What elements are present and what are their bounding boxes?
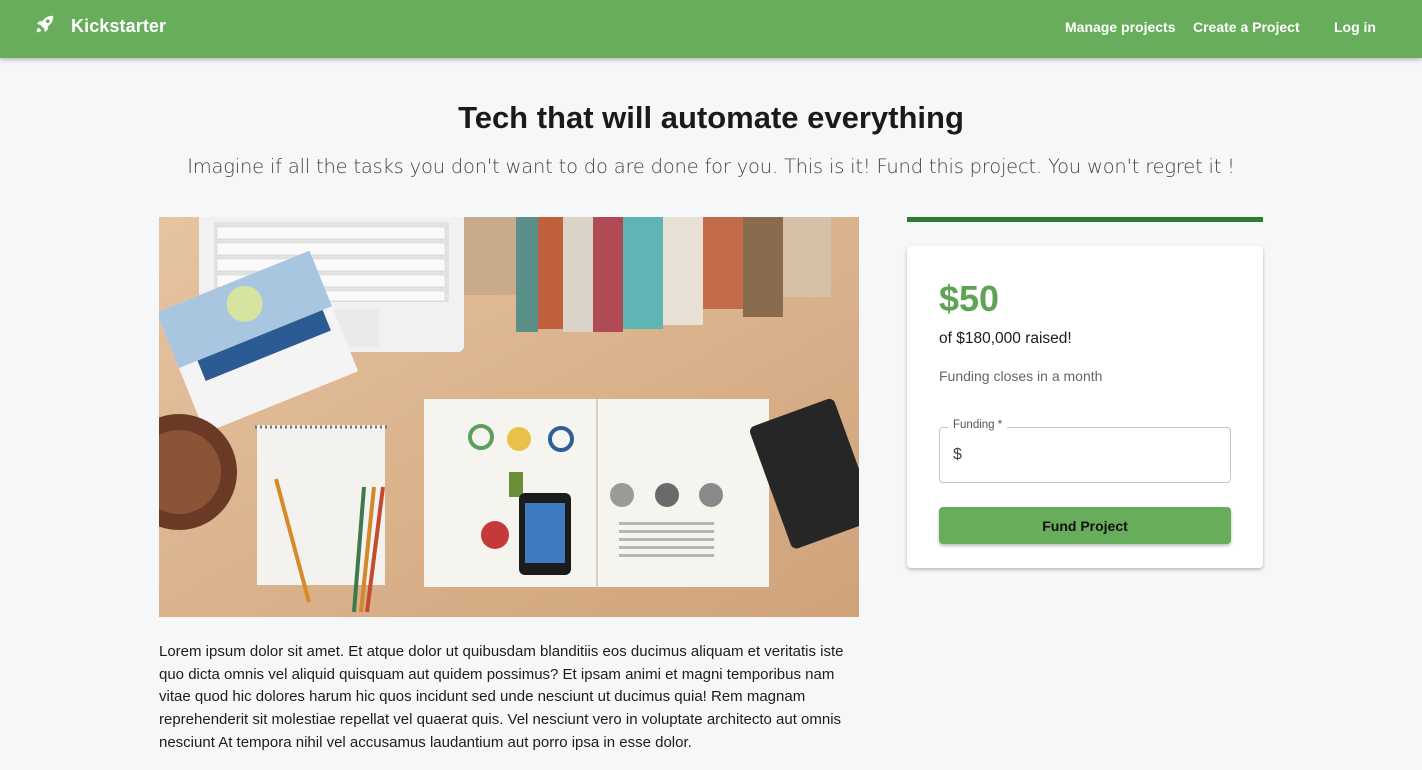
project-subtitle: Imagine if all the tasks you don't want … bbox=[187, 155, 1235, 178]
rocket-icon bbox=[34, 13, 56, 40]
funding-field-label: Funding * bbox=[948, 419, 1008, 431]
nav-manage-projects[interactable]: Manage projects bbox=[1065, 19, 1175, 35]
funding-card: $50 of $180,000 raised! Funding closes i… bbox=[907, 246, 1263, 568]
funding-goal-text: of $180,000 raised! bbox=[939, 330, 1072, 347]
currency-prefix: $ bbox=[953, 446, 962, 463]
fund-project-button[interactable]: Fund Project bbox=[939, 507, 1231, 544]
funding-closes-text: Funding closes in a month bbox=[939, 368, 1103, 384]
top-app-bar: Kickstarter Manage projects Create a Pro… bbox=[0, 0, 1422, 58]
nav-log-in[interactable]: Log in bbox=[1334, 19, 1376, 35]
funding-amount-input[interactable] bbox=[970, 438, 1220, 472]
funding-progress-fill bbox=[907, 217, 1263, 222]
nav-create-project[interactable]: Create a Project bbox=[1193, 19, 1300, 35]
brand-name: Kickstarter bbox=[71, 16, 167, 36]
project-title: Tech that will automate everything bbox=[458, 100, 964, 135]
funding-field[interactable]: Funding * $ bbox=[939, 419, 1231, 483]
project-description: Lorem ipsum dolor sit amet. Et atque dol… bbox=[159, 643, 844, 751]
brand[interactable]: Kickstarter bbox=[34, 13, 166, 40]
raised-amount: $50 bbox=[939, 278, 1000, 319]
project-image bbox=[159, 217, 859, 617]
funding-progress-bar bbox=[907, 217, 1263, 222]
